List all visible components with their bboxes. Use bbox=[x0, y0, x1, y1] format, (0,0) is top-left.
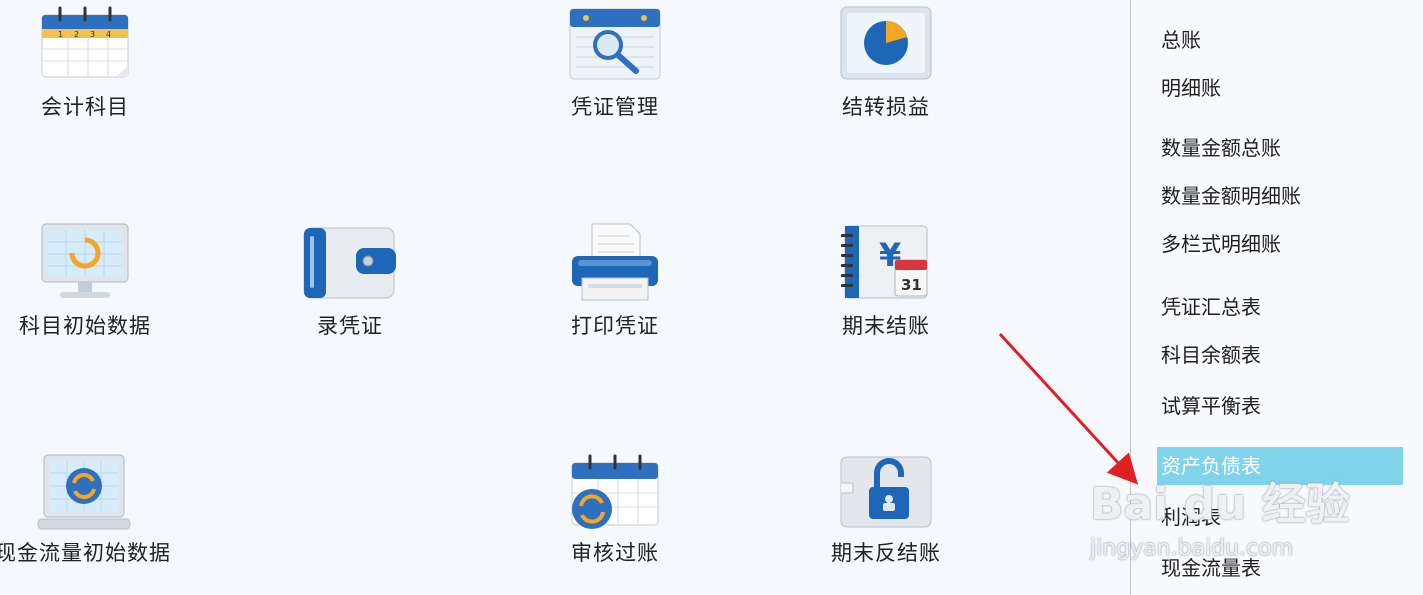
wallet-icon bbox=[303, 227, 396, 299]
tile-label: 录凭证 bbox=[317, 314, 383, 338]
tile-label: 期末结账 bbox=[842, 314, 930, 338]
report-sidebar: 总账 明细账 数量金额总账 数量金额明细账 多栏式明细账 凭证汇总表 科目余额表… bbox=[1130, 0, 1423, 595]
tile-accounts[interactable]: 1 2 3 4 会计科目 bbox=[0, 5, 185, 125]
unlock-icon bbox=[840, 456, 932, 528]
function-panel: 1 2 3 4 会计科目 凭证管理 结转损益 科目初始数据 录凭证 打印凭证 ¥… bbox=[0, 0, 1130, 595]
tile-label: 凭证管理 bbox=[571, 95, 659, 119]
svg-text:4: 4 bbox=[106, 30, 111, 39]
tile-label: 审核过账 bbox=[571, 541, 659, 565]
sidebar-item-cash-flow-statement[interactable]: 现金流量表 bbox=[1161, 552, 1261, 581]
sidebar-item-account-balance[interactable]: 科目余额表 bbox=[1161, 339, 1261, 368]
sidebar-item-detail-ledger[interactable]: 明细账 bbox=[1161, 72, 1221, 101]
tile-review-post[interactable]: 审核过账 bbox=[515, 453, 715, 573]
tile-initial-data[interactable]: 科目初始数据 bbox=[0, 222, 185, 342]
svg-text:3: 3 bbox=[90, 30, 95, 39]
tile-period-unclose[interactable]: 期末反结账 bbox=[786, 453, 986, 573]
svg-text:1: 1 bbox=[58, 30, 63, 39]
tile-voucher-management[interactable]: 凭证管理 bbox=[515, 5, 715, 125]
sidebar-item-voucher-summary[interactable]: 凭证汇总表 bbox=[1161, 291, 1261, 320]
tile-label: 现金流量初始数据 bbox=[0, 541, 171, 565]
monitor-icon bbox=[41, 223, 129, 298]
tile-label: 会计科目 bbox=[41, 95, 129, 119]
tile-label: 期末反结账 bbox=[831, 541, 941, 565]
tile-carry-forward[interactable]: 结转损益 bbox=[786, 5, 986, 125]
tile-label: 结转损益 bbox=[842, 95, 930, 119]
sidebar-item-general-ledger[interactable]: 总账 bbox=[1161, 24, 1201, 53]
tile-period-close[interactable]: ¥ 31 期末结账 bbox=[786, 222, 986, 342]
calendar-refresh-icon bbox=[571, 454, 659, 529]
tile-cashflow-initial[interactable]: 现金流量初始数据 bbox=[0, 453, 183, 573]
ledger-calendar-icon: ¥ 31 bbox=[841, 225, 928, 299]
magnifier-icon bbox=[569, 8, 661, 80]
pie-chart-icon bbox=[840, 6, 932, 80]
tile-label: 打印凭证 bbox=[571, 314, 659, 338]
sidebar-item-income-statement[interactable]: 利润表 bbox=[1161, 501, 1221, 530]
tile-label: 科目初始数据 bbox=[19, 314, 151, 338]
sidebar-item-trial-balance[interactable]: 试算平衡表 bbox=[1161, 390, 1261, 419]
sidebar-item-balance-sheet[interactable]: 资产负债表 bbox=[1157, 447, 1403, 485]
sidebar-item-quantity-amount-detail[interactable]: 数量金额明细账 bbox=[1161, 180, 1301, 209]
tile-enter-voucher[interactable]: 录凭证 bbox=[250, 222, 450, 342]
sidebar-item-multicolumn-detail[interactable]: 多栏式明细账 bbox=[1161, 228, 1281, 257]
laptop-refresh-icon bbox=[37, 454, 131, 530]
svg-text:2: 2 bbox=[74, 30, 79, 39]
calendar-icon: 1 2 3 4 bbox=[41, 6, 129, 78]
sidebar-item-quantity-amount-ledger[interactable]: 数量金额总账 bbox=[1161, 132, 1281, 161]
svg-text:31: 31 bbox=[901, 276, 922, 294]
tile-print-voucher[interactable]: 打印凭证 bbox=[515, 222, 715, 342]
printer-icon bbox=[572, 223, 658, 301]
